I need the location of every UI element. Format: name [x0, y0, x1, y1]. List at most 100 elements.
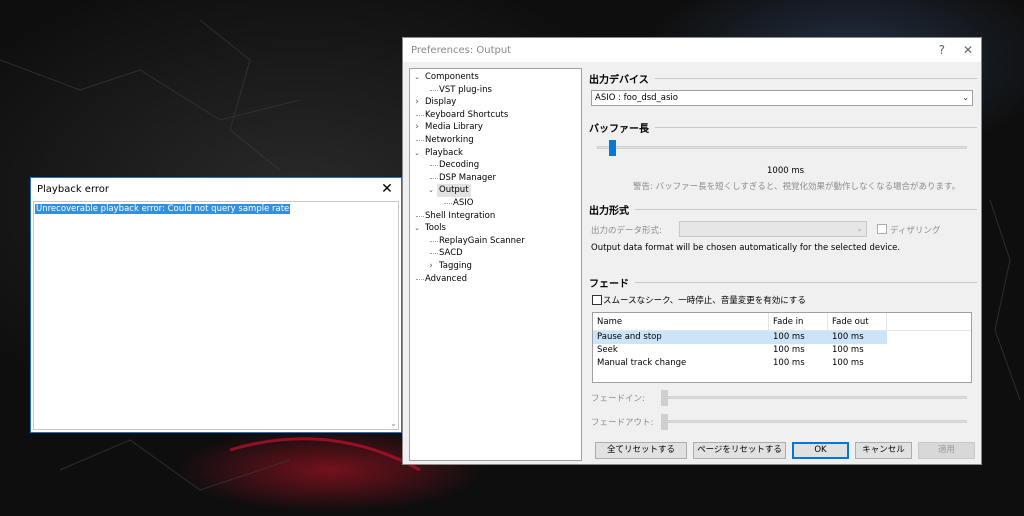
table-row[interactable]: Manual track change 100 ms 100 ms — [593, 357, 971, 370]
tree-connector — [430, 89, 438, 91]
fade-out-slider-track[interactable] — [663, 420, 967, 423]
output-format-heading: 出力形式 — [589, 206, 629, 217]
data-format-select[interactable]: ⌄ — [679, 221, 867, 237]
preferences-tree[interactable]: ⌄ Components VST plug-ins › Display Keyboard … — [409, 68, 582, 461]
preferences-window[interactable]: Preferences: Output ? ✕ ⌄ Components VST p… — [402, 37, 982, 465]
dither-checkbox[interactable] — [877, 224, 887, 234]
tree-item-label: Output — [437, 184, 471, 197]
vertical-scrollbar[interactable]: ⌄ — [386, 202, 398, 429]
tree-item-label: Advanced — [425, 273, 467, 284]
tree-item-asio[interactable]: ASIO — [410, 197, 581, 210]
row-fade-out: 100 ms — [832, 345, 864, 355]
help-icon[interactable]: ? — [939, 43, 945, 57]
fade-out-label: フェードアウト: — [591, 418, 654, 428]
tree-item-label: Tagging — [439, 260, 472, 271]
row-name: Seek — [597, 345, 618, 355]
scroll-down-icon[interactable]: ⌄ — [390, 419, 397, 428]
fade-out-slider-thumb[interactable] — [661, 414, 668, 430]
buffer-warning-text: 警告: バッファー長を短くしすぎると、視覚化効果が動作しなくなる場合があります。 — [633, 182, 961, 192]
tree-item-label: Playback — [425, 147, 463, 158]
column-header-name[interactable]: Name — [593, 313, 769, 330]
data-format-label: 出力のデータ形式: — [591, 226, 662, 236]
tree-item-shell-integration[interactable]: Shell Integration — [410, 210, 581, 223]
tree-connector — [430, 165, 438, 167]
fade-list[interactable]: Name Fade in Fade out Pause and stop 100… — [592, 312, 972, 383]
apply-button[interactable]: 適用 — [918, 442, 975, 459]
tree-item-keyboard-shortcuts[interactable]: Keyboard Shortcuts — [410, 109, 581, 122]
tree-item-label: Keyboard Shortcuts — [425, 109, 509, 120]
tree-item-label: Tools — [425, 223, 446, 234]
chevron-down-icon: ⌄ — [962, 93, 969, 102]
smooth-seek-checkbox[interactable] — [592, 295, 602, 305]
tree-item-label: Shell Integration — [425, 210, 496, 221]
error-message[interactable]: Unrecoverable playback error: Could not … — [33, 203, 292, 215]
row-fade-in: 100 ms — [773, 345, 805, 355]
fade-in-label: フェードイン: — [591, 394, 645, 404]
tree-item-label: Display — [425, 97, 457, 108]
buffer-slider-thumb[interactable] — [608, 140, 616, 156]
tree-item-output[interactable]: ⌄ Output — [410, 184, 581, 197]
tree-item-label: SACD — [439, 248, 463, 259]
output-device-group: 出力デバイス — [589, 71, 977, 86]
tree-connector — [430, 240, 438, 242]
error-text-area[interactable]: Unrecoverable playback error: Could not … — [33, 201, 399, 430]
tree-item-dsp-manager[interactable]: DSP Manager — [410, 172, 581, 185]
tree-item-networking[interactable]: Networking — [410, 134, 581, 147]
chevron-down-icon[interactable]: ⌄ — [413, 147, 421, 160]
chevron-down-icon[interactable]: ⌄ — [427, 184, 435, 197]
tree-item-label: DSP Manager — [439, 172, 497, 183]
row-name: Manual track change — [597, 358, 687, 368]
tree-connector — [416, 278, 424, 280]
tree-item-label: ReplayGain Scanner — [439, 235, 525, 246]
row-fade-out: 100 ms — [832, 332, 864, 342]
tree-item-advanced[interactable]: Advanced — [410, 273, 581, 286]
tree-connector — [430, 253, 438, 255]
chevron-down-icon: ⌄ — [856, 224, 863, 233]
cancel-button[interactable]: キャンセル — [855, 442, 912, 459]
tree-item-label: Networking — [425, 134, 474, 145]
tree-item-media-library[interactable]: › Media Library — [410, 121, 581, 134]
output-format-group: 出力形式 — [589, 202, 977, 217]
table-row[interactable]: Pause and stop 100 ms 100 ms — [593, 331, 887, 344]
chevron-right-icon[interactable]: › — [427, 260, 435, 273]
row-fade-in: 100 ms — [773, 332, 805, 342]
buffer-slider-track[interactable] — [597, 146, 967, 149]
tree-item-decoding[interactable]: Decoding — [410, 159, 581, 172]
row-fade-in: 100 ms — [773, 358, 805, 368]
buffer-value-label: 1000 ms — [767, 166, 805, 176]
close-icon[interactable]: ✕ — [379, 181, 395, 197]
tree-item-replaygain-scanner[interactable]: ReplayGain Scanner — [410, 235, 581, 248]
chevron-down-icon[interactable]: ⌄ — [413, 71, 421, 84]
column-header-fade-out[interactable]: Fade out — [828, 313, 887, 330]
reset-page-button[interactable]: ページをリセットする — [693, 442, 786, 459]
tree-item-label: Media Library — [425, 122, 483, 133]
tree-item-sacd[interactable]: SACD — [410, 247, 581, 260]
tree-connector — [416, 139, 424, 141]
table-row[interactable]: Seek 100 ms 100 ms — [593, 344, 971, 357]
dither-label: ディザリング — [890, 226, 941, 236]
reset-all-button[interactable]: 全てリセットする — [595, 442, 687, 459]
ok-button[interactable]: OK — [792, 442, 849, 459]
column-header-fade-in[interactable]: Fade in — [769, 313, 828, 330]
error-title-bar[interactable]: Playback error ✕ — [31, 178, 401, 200]
fade-in-slider-thumb[interactable] — [661, 390, 668, 406]
tree-item-display[interactable]: › Display — [410, 96, 581, 109]
playback-error-window[interactable]: Playback error ✕ Unrecoverable playback … — [30, 177, 402, 433]
tree-item-vst-plug-ins[interactable]: VST plug-ins — [410, 84, 581, 97]
tree-connector — [444, 202, 452, 204]
tree-item-playback[interactable]: ⌄ Playback — [410, 147, 581, 160]
fade-in-slider-track[interactable] — [663, 396, 967, 399]
chevron-right-icon[interactable]: › — [413, 96, 421, 109]
close-icon[interactable]: ✕ — [963, 43, 973, 57]
tree-item-label: Decoding — [439, 160, 480, 171]
preferences-title-bar[interactable]: Preferences: Output ? ✕ — [403, 38, 981, 62]
output-device-value: ASIO : foo_dsd_asio — [595, 93, 678, 103]
tree-item-components[interactable]: ⌄ Components — [410, 71, 581, 84]
chevron-right-icon[interactable]: › — [413, 121, 421, 134]
tree-item-tools[interactable]: ⌄ Tools — [410, 222, 581, 235]
tree-item-tagging[interactable]: › Tagging — [410, 260, 581, 273]
output-device-select[interactable]: ASIO : foo_dsd_asio ⌄ — [591, 90, 973, 106]
row-fade-out: 100 ms — [832, 358, 864, 368]
format-note-text: Output data format will be chosen automa… — [591, 243, 901, 253]
chevron-down-icon[interactable]: ⌄ — [413, 222, 421, 235]
